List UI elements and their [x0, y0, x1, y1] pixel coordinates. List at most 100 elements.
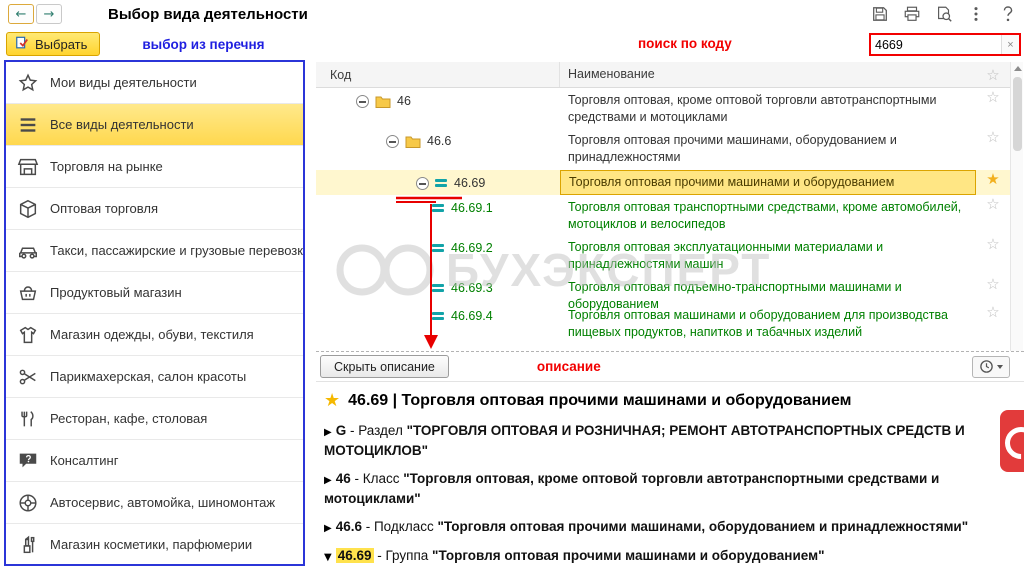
clear-search-button[interactable]: × [1001, 35, 1019, 54]
element-icon [432, 284, 445, 294]
search-input[interactable] [871, 35, 1001, 54]
table-header: Код Наименование ☆ [316, 62, 1010, 88]
row-name: Торговля оптовая, кроме оптовой торговли… [568, 93, 936, 124]
column-header-name[interactable]: Наименование [560, 66, 976, 83]
basket-icon [16, 281, 40, 305]
star-outline-icon: ☆ [986, 88, 999, 106]
history-clock-icon [979, 359, 994, 374]
market-stall-icon [16, 155, 40, 179]
tree-row-46-69-selected[interactable]: 46.69 Торговля оптовая прочими машинами … [316, 170, 1010, 195]
tree-row-46-69-4[interactable]: 46.69.4 Торговля оптовая машинами и обор… [316, 303, 1010, 343]
star-filled-icon: ★ [986, 170, 999, 188]
scrollbar-thumb[interactable] [1013, 77, 1022, 151]
print-icon[interactable] [902, 4, 922, 24]
sidebar-item-market-trade[interactable]: Торговля на рынке [6, 146, 303, 188]
hierarchy-line-section[interactable]: ▶G - Раздел "ТОРГОВЛЯ ОПТОВАЯ И РОЗНИЧНА… [324, 421, 992, 460]
star-outline-icon: ☆ [986, 66, 999, 84]
more-icon[interactable] [966, 4, 986, 24]
sidebar-item-grocery[interactable]: Продуктовый магазин [6, 272, 303, 314]
element-icon [432, 244, 445, 254]
chat-icon [16, 449, 40, 473]
star-outline-icon: ☆ [986, 275, 999, 293]
favorite-star-icon: ★ [324, 390, 340, 411]
element-icon [432, 204, 445, 214]
search-document-icon[interactable] [934, 4, 954, 24]
description-title-row: ★ 46.69 | Торговля оптовая прочими машин… [324, 390, 1012, 411]
help-icon[interactable] [998, 4, 1018, 24]
car-icon [16, 239, 40, 263]
category-sidebar: Мои виды деятельности Все виды деятельно… [4, 60, 305, 566]
clothes-icon [16, 323, 40, 347]
sidebar-item-label: Магазин одежды, обуви, текстиля [50, 327, 254, 342]
save-icon[interactable] [870, 4, 890, 24]
column-header-code[interactable]: Код [316, 62, 560, 87]
hierarchy-line-group[interactable]: ▼46.69 - Группа "Торговля оптовая прочим… [324, 546, 992, 566]
sidebar-item-label: Торговля на рынке [50, 159, 163, 174]
navigation-buttons: ← → [8, 4, 62, 24]
sidebar-item-restaurant[interactable]: Ресторан, кафе, столовая [6, 398, 303, 440]
row-name: Торговля оптовая машинами и оборудование… [568, 308, 948, 339]
favorite-toggle[interactable]: ★ [976, 170, 1010, 195]
tree-row-46[interactable]: 46 Торговля оптовая, кроме оптовой торго… [316, 88, 1010, 128]
column-header-favorite[interactable]: ☆ [976, 66, 1010, 84]
expand-arrow-icon[interactable]: ▶ [324, 475, 332, 486]
favorite-toggle[interactable]: ☆ [976, 195, 1010, 235]
sidebar-item-beauty-salon[interactable]: Парикмахерская, салон красоты [6, 356, 303, 398]
tree-row-46-69-3[interactable]: 46.69.3 Торговля оптовая подъемно-трансп… [316, 275, 1010, 303]
annotation-description-label: описание [537, 359, 601, 374]
row-name: Торговля оптовая прочими машинами и обор… [569, 175, 894, 189]
select-button-label: Выбрать [35, 37, 87, 52]
sidebar-item-label: Мои виды деятельности [50, 75, 197, 90]
star-icon [16, 71, 40, 95]
expand-arrow-icon[interactable]: ▶ [324, 427, 332, 438]
row-name: Торговля оптовая транспортными средствам… [568, 200, 961, 231]
table-scrollbar[interactable] [1010, 62, 1023, 351]
favorite-toggle[interactable]: ☆ [976, 275, 1010, 303]
sidebar-item-wholesale[interactable]: Оптовая торговля [6, 188, 303, 230]
history-button[interactable] [972, 356, 1010, 378]
site-logo [1000, 410, 1024, 472]
tree-row-46-6[interactable]: 46.6 Торговля оптовая прочими машинами, … [316, 128, 1010, 170]
hierarchy-line-class[interactable]: ▶46 - Класс "Торговля оптовая, кроме опт… [324, 469, 992, 508]
hierarchy-line-subclass[interactable]: ▶46.6 - Подкласс "Торговля оптовая прочи… [324, 517, 992, 537]
sidebar-item-cosmetics-store[interactable]: Магазин косметики, парфюмерии [6, 524, 303, 566]
sidebar-item-auto-service[interactable]: Автосервис, автомойка, шиномонтаж [6, 482, 303, 524]
description-toolbar: Скрыть описание описание [316, 351, 1024, 382]
favorite-toggle[interactable]: ☆ [976, 303, 1010, 343]
cutlery-icon [16, 407, 40, 431]
scissors-icon [16, 365, 40, 389]
collapse-icon[interactable] [386, 135, 399, 148]
select-icon [15, 36, 29, 53]
tree-row-46-69-2[interactable]: 46.69.2 Торговля оптовая эксплуатационны… [316, 235, 1010, 275]
sidebar-item-my-activities[interactable]: Мои виды деятельности [6, 62, 303, 104]
star-outline-icon: ☆ [986, 235, 999, 253]
sidebar-item-taxi-transport[interactable]: Такси, пассажирские и грузовые перевозки [6, 230, 303, 272]
forward-button[interactable]: → [36, 4, 62, 24]
page-title: Выбор вида деятельности [108, 6, 308, 23]
collapse-arrow-icon[interactable]: ▼ [324, 552, 332, 563]
star-outline-icon: ☆ [986, 195, 999, 213]
group-icon [435, 179, 448, 189]
search-box: × [869, 33, 1021, 56]
row-name: Торговля оптовая эксплуатационными матер… [568, 240, 883, 271]
sidebar-item-all-activities[interactable]: Все виды деятельности [6, 104, 303, 146]
sidebar-item-label: Продуктовый магазин [50, 285, 182, 300]
scroll-up-icon[interactable] [1011, 62, 1024, 75]
hide-description-button[interactable]: Скрыть описание [320, 355, 449, 378]
favorite-toggle[interactable]: ☆ [976, 128, 1010, 170]
expand-arrow-icon[interactable]: ▶ [324, 523, 332, 534]
tree-row-46-69-1[interactable]: 46.69.1 Торговля оптовая транспортными с… [316, 195, 1010, 235]
favorite-toggle[interactable]: ☆ [976, 235, 1010, 275]
favorite-toggle[interactable]: ☆ [976, 88, 1010, 128]
box-icon [16, 197, 40, 221]
sidebar-item-clothing-store[interactable]: Магазин одежды, обуви, текстиля [6, 314, 303, 356]
sidebar-item-label: Такси, пассажирские и грузовые перевозки [50, 243, 305, 258]
back-button[interactable]: ← [8, 4, 34, 24]
collapse-icon[interactable] [416, 177, 429, 190]
annotation-list-label: выбор из перечня [142, 37, 264, 52]
window-toolbar [870, 4, 1018, 24]
collapse-icon[interactable] [356, 95, 369, 108]
select-button[interactable]: Выбрать [6, 32, 100, 56]
sidebar-item-consulting[interactable]: Консалтинг [6, 440, 303, 482]
cosmetics-icon [16, 533, 40, 557]
